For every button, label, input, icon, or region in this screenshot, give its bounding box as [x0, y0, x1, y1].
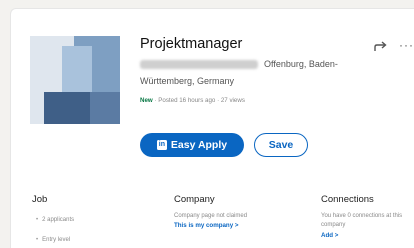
claim-company-link[interactable]: This is my company > — [174, 221, 238, 230]
save-button[interactable]: Save — [254, 133, 308, 157]
job-section-heading: Job — [32, 194, 48, 205]
connections-section-heading: Connections — [321, 194, 374, 205]
share-arrow-icon[interactable] — [374, 40, 388, 52]
job-insight-applicants: 2 applicants — [36, 216, 74, 225]
linkedin-icon: in — [156, 140, 167, 150]
connections-note-line-2: company — [321, 222, 346, 228]
more-options-icon[interactable]: ··· — [399, 38, 414, 52]
add-connections-link[interactable]: Add > — [321, 231, 338, 240]
logo-block — [44, 92, 90, 124]
new-badge: New — [140, 97, 153, 104]
company-logo[interactable] — [30, 36, 120, 124]
easy-apply-label: Easy Apply — [170, 139, 228, 151]
location-line-2: Württemberg, Germany — [140, 76, 235, 86]
job-meta: New · Posted 16 hours ago · 27 views — [140, 97, 245, 104]
location-line-1: Offenburg, Baden- — [264, 59, 338, 69]
job-insight-level: Entry level — [36, 236, 70, 245]
redacted-company-name — [140, 60, 258, 70]
connections-note-line-1: You have 0 connections at this — [321, 213, 403, 219]
easy-apply-button[interactable]: in Easy Apply — [140, 133, 244, 157]
logo-block — [90, 92, 120, 124]
company-location: Offenburg, Baden- Württemberg, Germany — [140, 56, 370, 90]
company-section-heading: Company — [174, 194, 215, 205]
posted-meta: · Posted 16 hours ago · 27 views — [154, 97, 245, 104]
job-title[interactable]: Projektmanager — [140, 36, 242, 52]
company-note: Company page not claimed — [174, 213, 248, 219]
